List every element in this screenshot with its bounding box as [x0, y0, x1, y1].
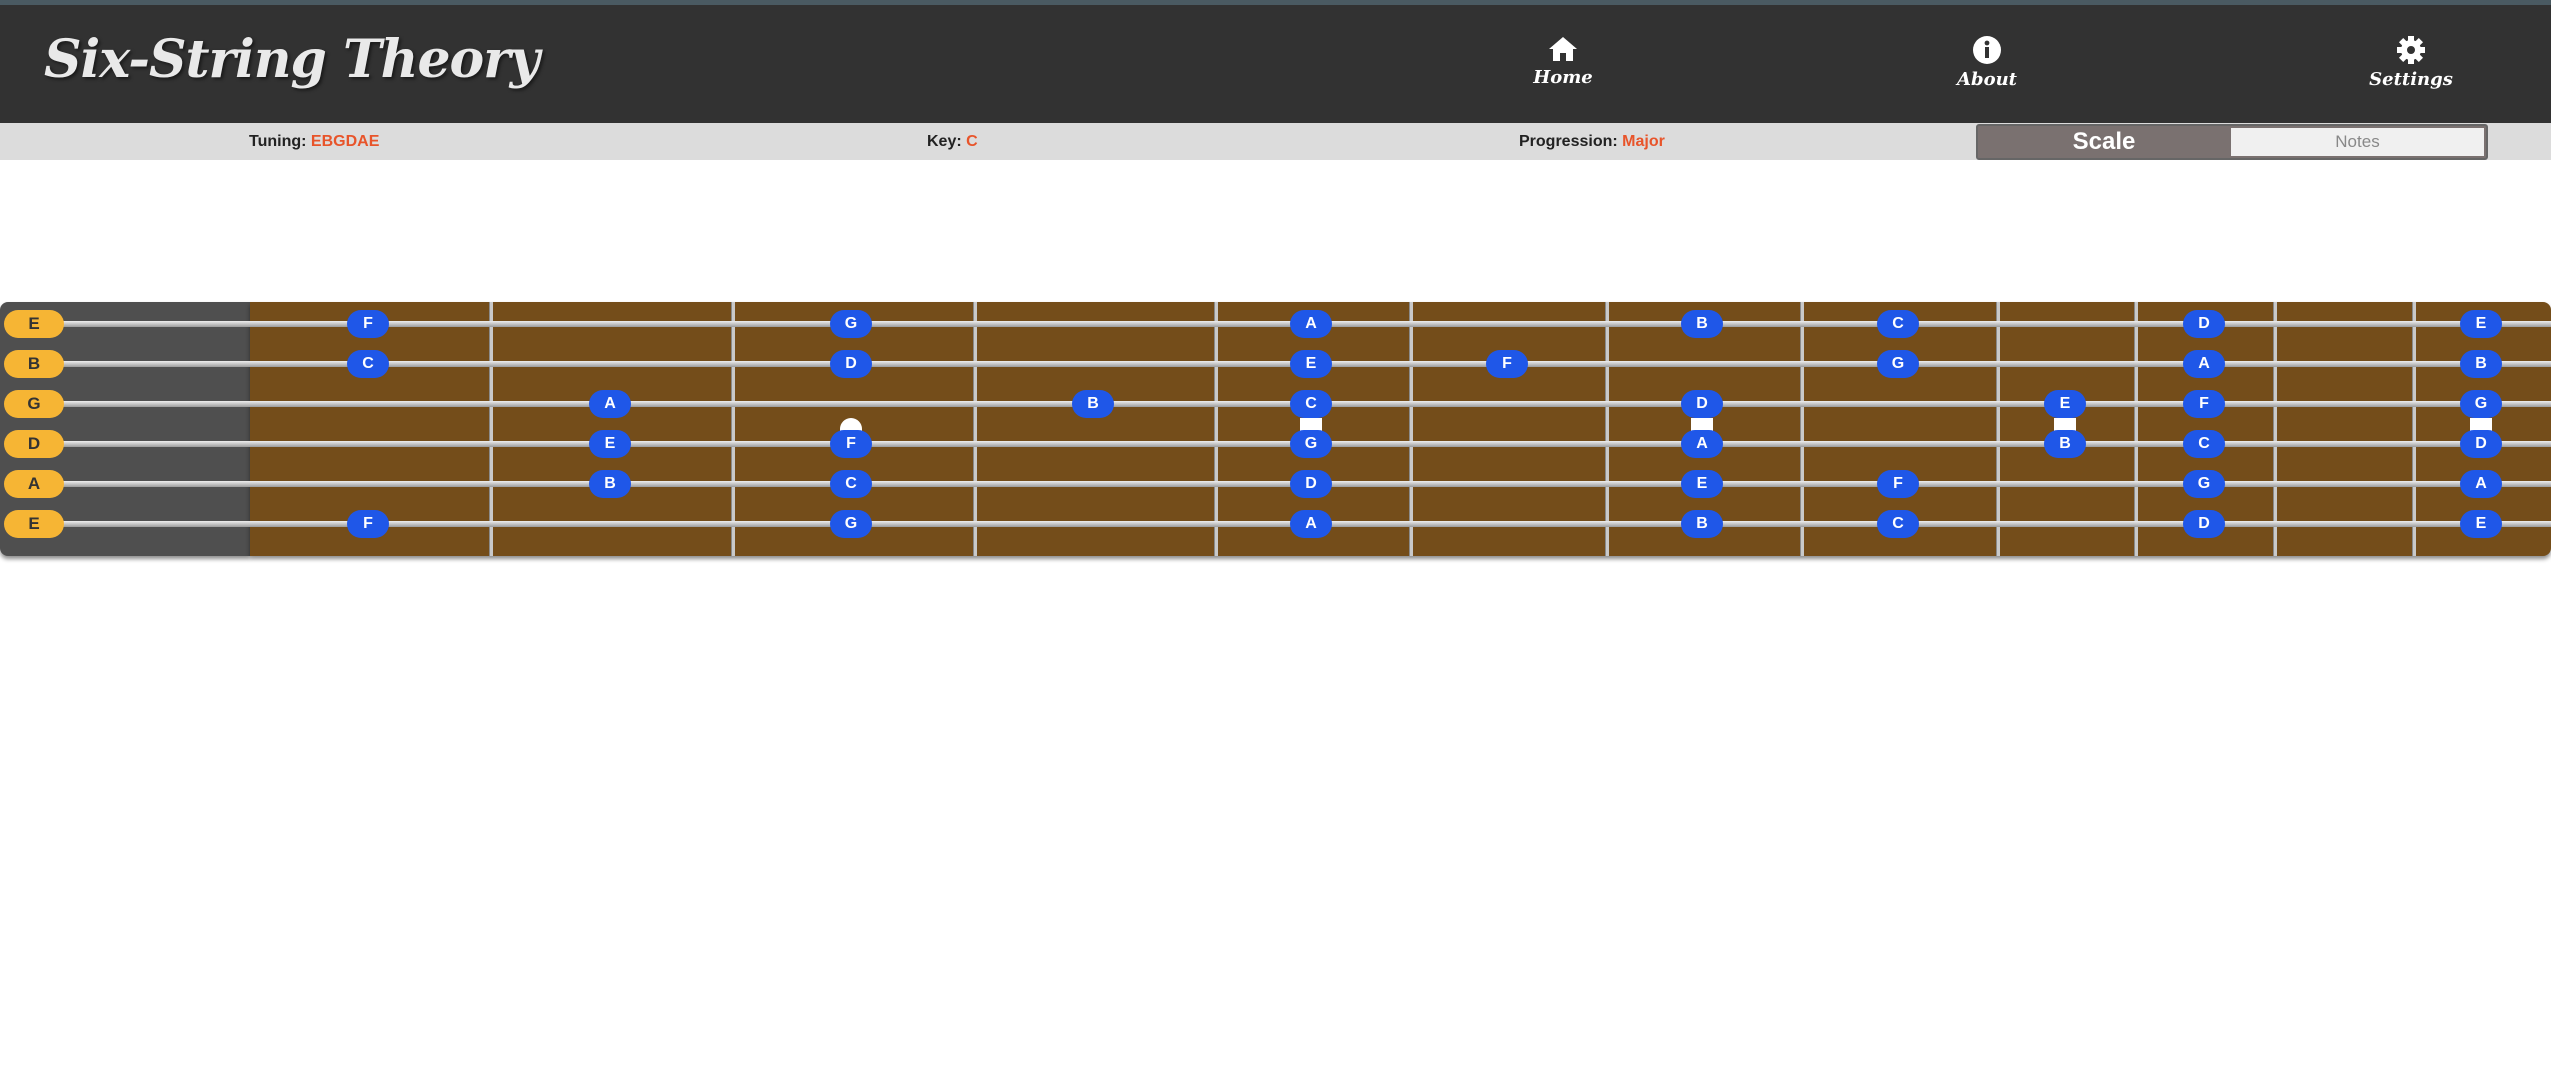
- scale-note-dot[interactable]: G: [2183, 470, 2225, 498]
- scale-note-dot[interactable]: E: [2460, 510, 2502, 538]
- fret-wire: [1605, 302, 1609, 556]
- open-string-note[interactable]: A: [4, 470, 64, 498]
- scale-note-dot[interactable]: D: [2460, 430, 2502, 458]
- key-value: C: [966, 133, 978, 150]
- scale-note-dot[interactable]: B: [2044, 430, 2086, 458]
- progression-value: Major: [1622, 133, 1665, 150]
- scale-note-dot[interactable]: B: [1681, 510, 1723, 538]
- scale-note-dot[interactable]: C: [830, 470, 872, 498]
- scale-note-dot[interactable]: F: [347, 310, 389, 338]
- scale-note-dot[interactable]: G: [830, 510, 872, 538]
- open-string-note[interactable]: G: [4, 390, 64, 418]
- scale-note-dot[interactable]: A: [589, 390, 631, 418]
- view-toggle: Scale Notes: [1976, 124, 2488, 160]
- nav-settings[interactable]: Settings: [2341, 35, 2481, 90]
- scale-note-dot[interactable]: G: [830, 310, 872, 338]
- fret-wire: [1214, 302, 1218, 556]
- scale-note-dot[interactable]: E: [1290, 350, 1332, 378]
- scale-note-dot[interactable]: B: [2460, 350, 2502, 378]
- notes-toggle-button[interactable]: Notes: [2231, 128, 2484, 156]
- nav-settings-label: Settings: [2369, 69, 2453, 90]
- scale-note-dot[interactable]: C: [1877, 310, 1919, 338]
- gear-icon: [2397, 36, 2425, 64]
- scale-note-dot[interactable]: A: [1290, 310, 1332, 338]
- fretboard-container: EFGABCDEBCDEFGABGABCDEFGDEFGABCDABCDEFGA…: [0, 302, 2551, 556]
- tuning-label: Tuning:: [249, 133, 311, 150]
- fret-wire: [973, 302, 977, 556]
- info-icon: [1973, 36, 2001, 64]
- tuning-value: EBGDAE: [310, 133, 380, 150]
- nav-home[interactable]: Home: [1493, 35, 1633, 88]
- scale-note-dot[interactable]: A: [1681, 430, 1723, 458]
- scale-note-dot[interactable]: D: [1290, 470, 1332, 498]
- fret-wire: [1409, 302, 1413, 556]
- scale-note-dot[interactable]: F: [2183, 390, 2225, 418]
- app-header: Six-String Theory Home About Settings: [0, 5, 2551, 123]
- app-logo[interactable]: Six-String Theory: [44, 29, 540, 90]
- fret-wire: [1996, 302, 2000, 556]
- open-string-note[interactable]: D: [4, 430, 64, 458]
- scale-note-dot[interactable]: G: [1290, 430, 1332, 458]
- scale-note-dot[interactable]: E: [1681, 470, 1723, 498]
- scale-note-dot[interactable]: B: [1072, 390, 1114, 418]
- scale-note-dot[interactable]: F: [830, 430, 872, 458]
- scale-note-dot[interactable]: D: [1681, 390, 1723, 418]
- fret-wire: [2134, 302, 2138, 556]
- scale-note-dot[interactable]: B: [589, 470, 631, 498]
- nav-about[interactable]: About: [1917, 35, 2057, 90]
- scale-note-dot[interactable]: E: [2044, 390, 2086, 418]
- scale-note-dot[interactable]: G: [1877, 350, 1919, 378]
- scale-note-dot[interactable]: A: [2183, 350, 2225, 378]
- fret-wire: [731, 302, 735, 556]
- tuning-info[interactable]: Tuning: EBGDAE: [249, 133, 379, 151]
- key-info[interactable]: Key: C: [927, 133, 978, 151]
- open-string-note[interactable]: E: [4, 510, 64, 538]
- scale-note-dot[interactable]: D: [830, 350, 872, 378]
- scale-note-dot[interactable]: F: [1486, 350, 1528, 378]
- scale-note-dot[interactable]: E: [589, 430, 631, 458]
- scale-note-dot[interactable]: A: [1290, 510, 1332, 538]
- scale-note-dot[interactable]: A: [2460, 470, 2502, 498]
- scale-note-dot[interactable]: C: [347, 350, 389, 378]
- scale-note-dot[interactable]: G: [2460, 390, 2502, 418]
- scale-note-dot[interactable]: F: [347, 510, 389, 538]
- open-string-note[interactable]: B: [4, 350, 64, 378]
- nav-home-label: Home: [1533, 67, 1593, 88]
- scale-note-dot[interactable]: D: [2183, 310, 2225, 338]
- nav-about-label: About: [1957, 69, 2017, 90]
- key-label: Key:: [927, 133, 967, 150]
- scale-note-dot[interactable]: C: [1877, 510, 1919, 538]
- fret-wire: [2273, 302, 2277, 556]
- scale-note-dot[interactable]: D: [2183, 510, 2225, 538]
- home-icon: [1549, 37, 1577, 61]
- fret-wire: [2412, 302, 2416, 556]
- progression-label: Progression:: [1519, 133, 1623, 150]
- progression-info[interactable]: Progression: Major: [1519, 133, 1665, 151]
- scale-note-dot[interactable]: C: [1290, 390, 1332, 418]
- scale-note-dot[interactable]: F: [1877, 470, 1919, 498]
- scale-note-dot[interactable]: E: [2460, 310, 2502, 338]
- scale-note-dot[interactable]: C: [2183, 430, 2225, 458]
- scale-toggle-button[interactable]: Scale: [1978, 126, 2230, 158]
- scale-note-dot[interactable]: B: [1681, 310, 1723, 338]
- open-string-note[interactable]: E: [4, 310, 64, 338]
- fret-wire: [1800, 302, 1804, 556]
- fret-wire: [489, 302, 493, 556]
